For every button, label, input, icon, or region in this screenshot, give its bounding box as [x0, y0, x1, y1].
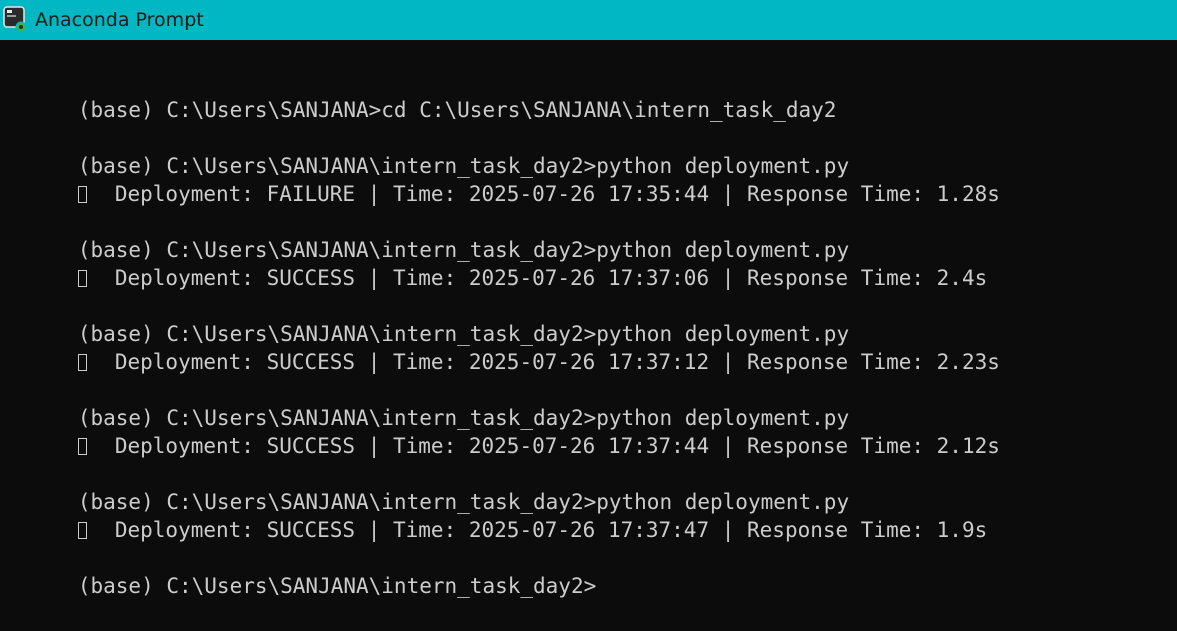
window-title: Anaconda Prompt — [35, 9, 204, 31]
missing-glyph-icon — [77, 522, 87, 539]
output-text: Deployment: FAILURE | Time: 2025-07-26 1… — [114, 182, 1000, 206]
prompt-text: (base) C:\Users\SANJANA\intern_task_day2… — [77, 574, 597, 598]
anaconda-prompt-icon — [3, 6, 27, 32]
title-bar[interactable]: Anaconda Prompt — [0, 0, 1177, 40]
output-text: Deployment: SUCCESS | Time: 2025-07-26 1… — [114, 350, 1000, 374]
missing-glyph-icon — [77, 270, 87, 287]
missing-glyph-icon — [77, 354, 87, 371]
prompt-text: (base) C:\Users\SANJANA>cd C:\Users\SANJ… — [77, 98, 837, 122]
missing-glyph-icon — [77, 186, 87, 203]
console-line: (base) C:\Users\SANJANA\intern_task_day2… — [2, 544, 596, 628]
output-text: Deployment: SUCCESS | Time: 2025-07-26 1… — [114, 434, 1000, 458]
console-output[interactable]: (base) C:\Users\SANJANA>cd C:\Users\SANJ… — [0, 40, 1177, 631]
output-text: Deployment: SUCCESS | Time: 2025-07-26 1… — [114, 518, 988, 542]
missing-glyph-icon — [77, 438, 87, 455]
anaconda-prompt-window: Anaconda Prompt (base) C:\Users\SANJANA>… — [0, 0, 1177, 631]
output-text: Deployment: SUCCESS | Time: 2025-07-26 1… — [114, 266, 988, 290]
